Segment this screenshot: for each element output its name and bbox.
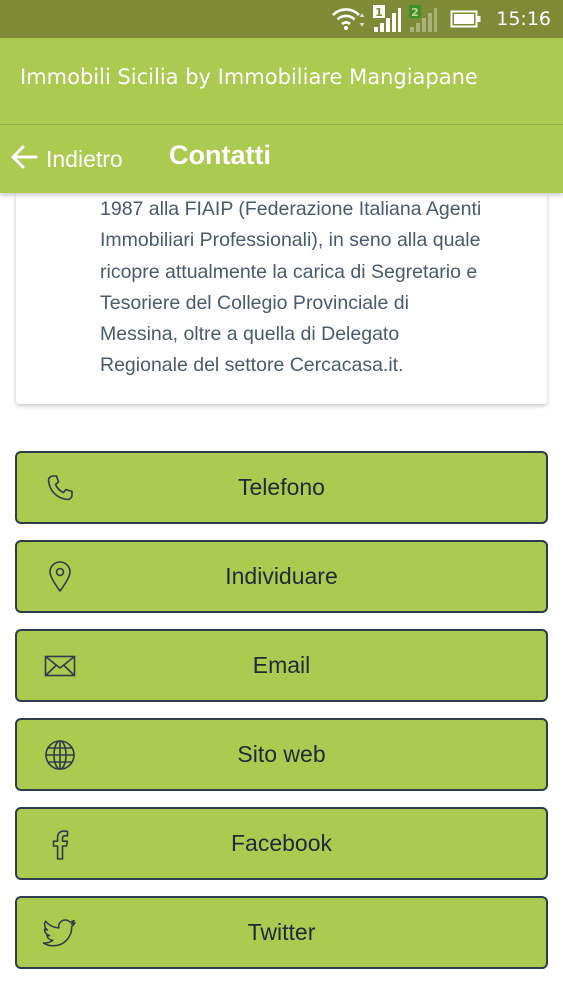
locate-button[interactable]: Individuare (15, 540, 548, 613)
description-line: Regionale del settore Cercacasa.it. (100, 354, 404, 377)
app-title-bar: Immobili Sicilia by Immobiliare Mangiapa… (0, 38, 563, 125)
wifi-icon (332, 7, 366, 31)
twitter-label: Twitter (247, 919, 316, 945)
email-button[interactable]: Email (15, 629, 548, 702)
description-line: 1987 alla FIAIP (Federazione Italiana Ag… (100, 198, 482, 220)
back-arrow-icon (10, 144, 38, 174)
status-icons: 1 2 15:16 (332, 0, 551, 38)
status-time: 15:16 (496, 8, 551, 30)
battery-icon (450, 10, 482, 28)
content-area[interactable]: 1987 alla FIAIP (Federazione Italiana Ag… (0, 193, 563, 1000)
sim1-label: 1 (375, 6, 383, 19)
description-line: Immobiliari Professionali), in seno alla… (100, 229, 481, 252)
twitter-button[interactable]: Twitter (15, 896, 548, 969)
back-label: Indietro (46, 145, 123, 172)
description-text: 1987 alla FIAIP (Federazione Italiana Ag… (100, 194, 540, 382)
description-card: 1987 alla FIAIP (Federazione Italiana Ag… (16, 193, 547, 404)
description-line: Messina, oltre a quella di Delegato (100, 323, 400, 346)
navigation-bar: Indietro Contatti (0, 125, 563, 193)
description-line: ricopre attualmente la carica di Segreta… (100, 260, 478, 283)
locate-label: Individuare (225, 563, 338, 589)
status-bar: 1 2 15:16 (0, 0, 563, 38)
email-label: Email (252, 652, 311, 678)
sim2-label: 2 (411, 6, 419, 19)
contact-buttons: Telefono Individuare Email Sito web Face… (15, 451, 548, 985)
app-title: Immobili Sicilia by Immobiliare Mangiapa… (20, 65, 478, 89)
description-line: Tesoriere del Collegio Provinciale di (100, 291, 409, 314)
page-title: Contatti (169, 140, 271, 170)
sim1-signal-icon: 1 (372, 5, 402, 33)
phone-label: Telefono (238, 474, 325, 500)
phone-button[interactable]: Telefono (15, 451, 548, 524)
facebook-button[interactable]: Facebook (15, 807, 548, 880)
facebook-label: Facebook (230, 830, 332, 856)
website-label: Sito web (237, 741, 326, 767)
back-button[interactable]: Indietro (10, 141, 123, 177)
website-button[interactable]: Sito web (15, 718, 548, 791)
sim2-signal-icon: 2 (408, 5, 438, 33)
